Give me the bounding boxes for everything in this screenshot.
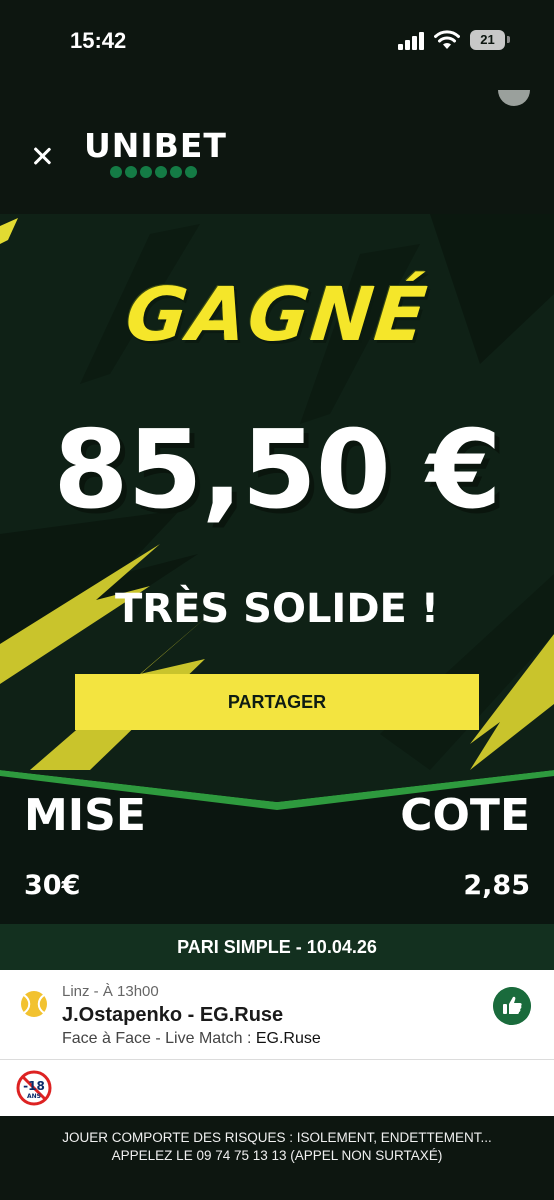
- odds-value: 2,85: [463, 870, 530, 901]
- status-bar: 15:42 21: [0, 0, 554, 90]
- header-handle: [498, 90, 530, 106]
- bet-market: Face à Face - Live Match :: [62, 1030, 252, 1047]
- footer-line-2: APPELEZ LE 09 74 75 13 13 (APPEL NON SUR…: [111, 1148, 443, 1163]
- win-tagline: TRÈS SOLIDE !: [114, 586, 440, 632]
- match-name: J.Ostapenko - EG.Ruse: [62, 1004, 284, 1026]
- responsible-gaming-footer: JOUER COMPORTE DES RISQUES : ISOLEMENT, …: [0, 1116, 554, 1200]
- age-limit-sub: ANS: [27, 1093, 41, 1100]
- bet-selection: Face à Face - Live Match : EG.Ruse: [62, 1030, 321, 1048]
- share-button[interactable]: PARTAGER: [75, 674, 479, 730]
- battery-cap: [507, 36, 510, 43]
- bet-type: PARI SIMPLE - 10.04.26: [0, 924, 554, 970]
- stake-section: MISE COTE 30€ 2,85: [0, 770, 554, 924]
- bet-pick: EG.Ruse: [255, 1030, 321, 1047]
- stake-label: MISE: [24, 790, 146, 841]
- footer-line-1: JOUER COMPORTE DES RISQUES : ISOLEMENT, …: [62, 1130, 492, 1145]
- tennis-ball-icon: [21, 991, 47, 1017]
- brand-logo: UNIBET: [84, 126, 227, 165]
- battery-level: 21: [470, 30, 505, 50]
- win-headline: GAGNÉ: [121, 272, 433, 358]
- win-hero: GAGNÉ 85,50 € TRÈS SOLIDE ! PARTAGER: [0, 214, 554, 770]
- cellular-signal-icon: [398, 32, 424, 50]
- event-location: Linz - À 13h00: [62, 983, 159, 1000]
- win-amount: 85,50 €: [53, 408, 501, 533]
- thumbs-up-icon: [493, 987, 531, 1025]
- under-18-forbidden-icon: -18 ANS: [16, 1070, 52, 1106]
- brand-logo-dots: [110, 166, 197, 178]
- app-header: UNIBET: [0, 90, 554, 214]
- close-icon[interactable]: [28, 142, 56, 170]
- age-notice: -18 ANS: [0, 1060, 554, 1116]
- wifi-icon: [434, 30, 460, 49]
- stake-value: 30€: [24, 870, 81, 901]
- age-limit-text: -18: [23, 1079, 45, 1093]
- odds-label: COTE: [400, 790, 530, 841]
- status-time: 15:42: [70, 28, 127, 53]
- bet-card[interactable]: Linz - À 13h00 J.Ostapenko - EG.Ruse Fac…: [0, 970, 554, 1060]
